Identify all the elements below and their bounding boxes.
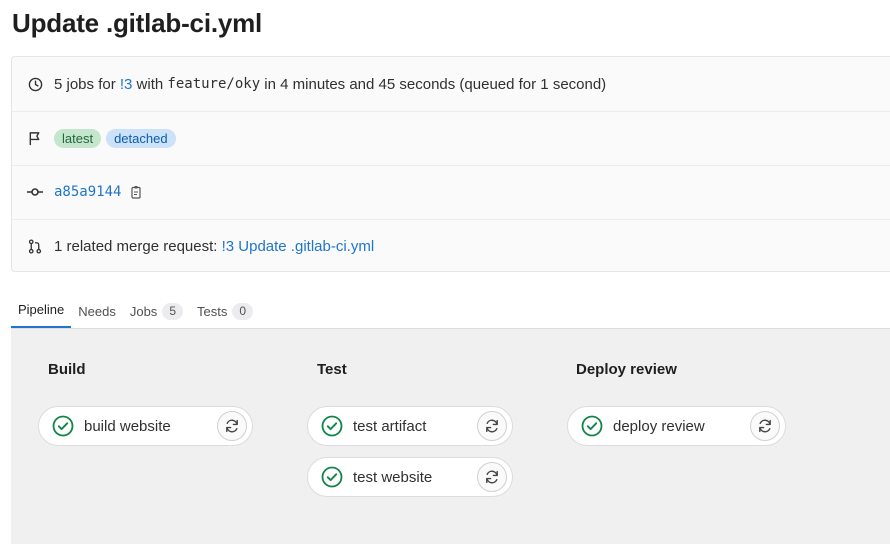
flag-icon: [26, 129, 44, 147]
related-mr-row: 1 related merge request: !3 Update .gitl…: [12, 219, 890, 273]
status-success-icon: [321, 415, 343, 437]
job-name: deploy review: [613, 417, 705, 435]
job-name: build website: [84, 417, 171, 435]
job-test-artifact[interactable]: test artifact: [307, 406, 513, 446]
duration-text: in 4 minutes and 45 seconds (queued for …: [260, 75, 607, 93]
stage-title-deploy-review: Deploy review: [576, 361, 677, 378]
tab-needs-label: Needs: [78, 303, 116, 319]
status-success-icon: [52, 415, 74, 437]
stage-title-build: Build: [48, 361, 86, 378]
branch-name: feature/oky: [167, 76, 261, 92]
copy-icon[interactable]: [131, 185, 143, 199]
retry-icon[interactable]: [477, 411, 507, 441]
retry-icon[interactable]: [217, 411, 247, 441]
tab-pipeline-label: Pipeline: [18, 301, 65, 317]
retry-icon[interactable]: [750, 411, 780, 441]
tab-pipeline[interactable]: Pipeline: [11, 292, 72, 328]
job-build-website[interactable]: build website: [38, 406, 253, 446]
clock-icon: [26, 75, 44, 93]
tab-needs[interactable]: Needs: [71, 294, 123, 328]
related-mr-link[interactable]: !3 Update .gitlab-ci.yml: [222, 238, 375, 255]
tests-count-badge: 0: [232, 302, 254, 320]
page-title: Update .gitlab-ci.yml: [12, 8, 263, 38]
job-name: test artifact: [353, 417, 427, 435]
status-success-icon: [581, 415, 603, 437]
pipeline-info-card: 5 jobs for !3 with feature/oky in 4 minu…: [11, 56, 890, 272]
commit-sha-link[interactable]: a85a9144: [54, 184, 121, 200]
commit-icon: [26, 183, 44, 201]
commit-row: a85a9144: [12, 165, 890, 220]
pipeline-badges-row: latest detached: [12, 111, 890, 166]
retry-icon[interactable]: [477, 462, 507, 492]
jobs-count-text: 5 jobs for: [54, 75, 120, 93]
status-success-icon: [321, 466, 343, 488]
latest-badge: latest: [54, 128, 102, 148]
merge-request-icon: [26, 237, 44, 255]
tab-jobs-label: Jobs: [129, 303, 158, 319]
tab-jobs[interactable]: Jobs 5: [123, 294, 190, 328]
tab-tests-label: Tests: [197, 303, 228, 319]
tab-tests[interactable]: Tests 0: [190, 294, 260, 328]
detached-badge: detached: [106, 128, 176, 148]
related-mr-text: 1 related merge request:: [54, 237, 222, 255]
merge-request-link[interactable]: !3: [120, 76, 133, 93]
pipeline-graph: Build build website Test test artifact t…: [11, 329, 890, 544]
job-name: test website: [353, 468, 433, 486]
stage-title-test: Test: [317, 361, 347, 378]
pipeline-summary-row: 5 jobs for !3 with feature/oky in 4 minu…: [12, 57, 890, 112]
job-test-website[interactable]: test website: [307, 457, 513, 497]
pipeline-tabs: Pipeline Needs Jobs 5 Tests 0: [11, 292, 890, 329]
jobs-count-badge: 5: [162, 302, 183, 320]
with-text: with: [132, 75, 168, 93]
job-deploy-review[interactable]: deploy review: [567, 406, 786, 446]
